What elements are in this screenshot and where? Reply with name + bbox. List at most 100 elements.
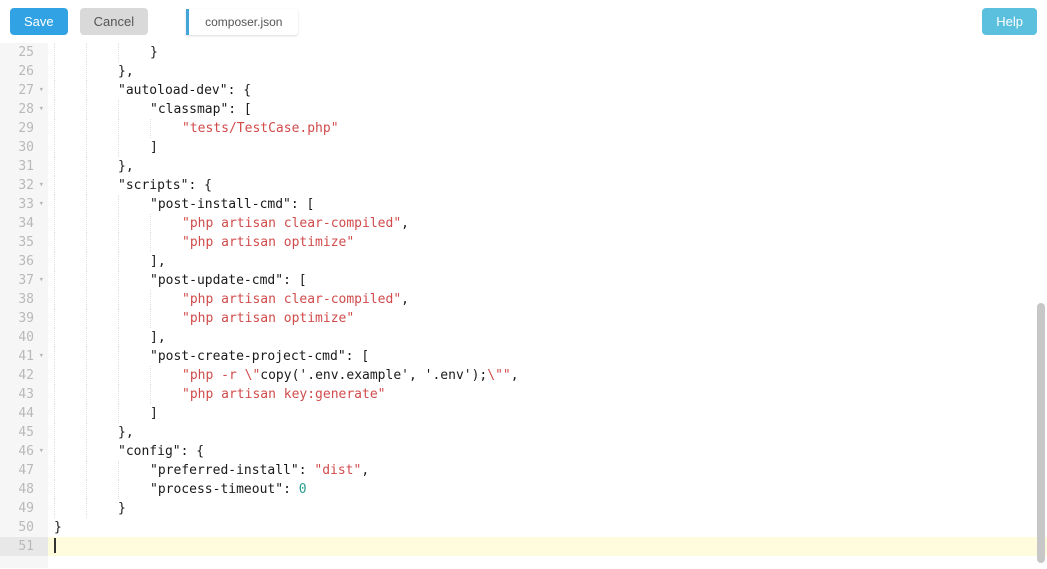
token-punc: : [ (228, 102, 251, 117)
code-line[interactable]: } (48, 499, 1047, 518)
token-punc: }, (118, 425, 134, 440)
fold-toggle-icon[interactable]: ▾ (36, 81, 44, 100)
indent-guide (86, 195, 118, 214)
code-line[interactable]: "tests/TestCase.php" (48, 119, 1047, 138)
toolbar: Save Cancel composer.json Help (0, 0, 1047, 43)
token-str: "php -r \" (182, 368, 260, 383)
code-line[interactable]: "php artisan clear-compiled", (48, 290, 1047, 309)
code-line[interactable]: }, (48, 62, 1047, 81)
code-line[interactable]: "post-install-cmd": [ (48, 195, 1047, 214)
fold-toggle-icon[interactable]: ▾ (36, 347, 44, 366)
line-number[interactable]: 26 (0, 62, 48, 81)
fold-toggle-icon[interactable]: ▾ (36, 271, 44, 290)
code-line[interactable]: "preferred-install": "dist", (48, 461, 1047, 480)
line-number[interactable]: 46▾ (0, 442, 48, 461)
indent-guide (118, 233, 150, 252)
line-number[interactable]: 49 (0, 499, 48, 518)
indent-guide (86, 119, 118, 138)
line-number[interactable]: 25 (0, 43, 48, 62)
code-line[interactable]: "php artisan clear-compiled", (48, 214, 1047, 233)
indent-guide (54, 290, 86, 309)
code-line[interactable]: }, (48, 423, 1047, 442)
line-number[interactable]: 39 (0, 309, 48, 328)
line-number[interactable]: 34 (0, 214, 48, 233)
indent-guide (86, 461, 118, 480)
line-number[interactable]: 47 (0, 461, 48, 480)
indent-guide (54, 62, 86, 81)
code-line[interactable] (48, 537, 1047, 556)
line-number[interactable]: 50 (0, 518, 48, 537)
line-number[interactable]: 41▾ (0, 347, 48, 366)
token-key: "classmap" (150, 102, 228, 117)
code-line[interactable]: "post-update-cmd": [ (48, 271, 1047, 290)
line-number[interactable]: 38 (0, 290, 48, 309)
indent-guide (54, 138, 86, 157)
code-line[interactable]: "autoload-dev": { (48, 81, 1047, 100)
line-number[interactable]: 36 (0, 252, 48, 271)
code-line[interactable]: ] (48, 138, 1047, 157)
code-area[interactable]: } }, "autoload-dev": { "classmap": [ "te… (48, 43, 1047, 568)
line-number[interactable]: 28▾ (0, 100, 48, 119)
line-number[interactable]: 30 (0, 138, 48, 157)
token-plain: copy('.env.example', '.env'); (260, 368, 487, 383)
fold-toggle-icon[interactable]: ▾ (36, 176, 44, 195)
line-number[interactable]: 29 (0, 119, 48, 138)
line-number[interactable]: 43 (0, 385, 48, 404)
code-line[interactable]: "php artisan optimize" (48, 309, 1047, 328)
line-number[interactable]: 40 (0, 328, 48, 347)
code-line[interactable]: } (48, 43, 1047, 62)
line-number[interactable]: 51 (0, 537, 48, 556)
line-number[interactable]: 45 (0, 423, 48, 442)
editor[interactable]: 252627▾28▾29303132▾33▾34353637▾38394041▾… (0, 43, 1047, 568)
indent-guide (54, 328, 86, 347)
token-key: "process-timeout" (150, 482, 283, 497)
code-line[interactable]: ], (48, 328, 1047, 347)
token-punc: }, (118, 64, 134, 79)
indent-guide (86, 347, 118, 366)
indent-guide (118, 404, 150, 423)
code-line[interactable]: "php -r \"copy('.env.example', '.env');\… (48, 366, 1047, 385)
file-tab[interactable]: composer.json (186, 9, 298, 35)
text-cursor (54, 538, 56, 553)
code-line[interactable]: "process-timeout": 0 (48, 480, 1047, 499)
indent-guide (86, 157, 118, 176)
token-str: "php artisan clear-compiled" (182, 292, 401, 307)
line-number[interactable]: 48 (0, 480, 48, 499)
code-line[interactable]: ], (48, 252, 1047, 271)
token-str: "php artisan optimize" (182, 235, 354, 250)
code-line[interactable]: "post-create-project-cmd": [ (48, 347, 1047, 366)
line-number[interactable]: 44 (0, 404, 48, 423)
indent-guide (118, 309, 150, 328)
code-line[interactable]: "scripts": { (48, 176, 1047, 195)
fold-toggle-icon[interactable]: ▾ (36, 195, 44, 214)
line-number[interactable]: 31 (0, 157, 48, 176)
help-button[interactable]: Help (982, 8, 1037, 35)
line-number[interactable]: 42 (0, 366, 48, 385)
line-number[interactable]: 32▾ (0, 176, 48, 195)
indent-guide (118, 347, 150, 366)
code-line[interactable]: "php artisan key:generate" (48, 385, 1047, 404)
fold-toggle-icon[interactable]: ▾ (36, 100, 44, 119)
line-number[interactable]: 27▾ (0, 81, 48, 100)
code-line[interactable]: }, (48, 157, 1047, 176)
code-line[interactable]: ] (48, 404, 1047, 423)
code-line[interactable]: "config": { (48, 442, 1047, 461)
code-line[interactable]: "php artisan optimize" (48, 233, 1047, 252)
indent-guide (54, 252, 86, 271)
token-key: "autoload-dev" (118, 83, 228, 98)
fold-toggle-icon[interactable]: ▾ (36, 442, 44, 461)
indent-guide (54, 347, 86, 366)
cancel-button[interactable]: Cancel (80, 8, 148, 35)
token-str: \"" (487, 368, 510, 383)
vertical-scrollbar[interactable] (1037, 303, 1045, 563)
token-punc: : [ (291, 197, 314, 212)
indent-guide (86, 100, 118, 119)
save-button[interactable]: Save (10, 8, 68, 35)
line-number[interactable]: 37▾ (0, 271, 48, 290)
line-number[interactable]: 35 (0, 233, 48, 252)
code-line[interactable]: "classmap": [ (48, 100, 1047, 119)
token-punc: } (54, 520, 62, 535)
line-number-gutter[interactable]: 252627▾28▾29303132▾33▾34353637▾38394041▾… (0, 43, 48, 568)
line-number[interactable]: 33▾ (0, 195, 48, 214)
code-line[interactable]: } (48, 518, 1047, 537)
